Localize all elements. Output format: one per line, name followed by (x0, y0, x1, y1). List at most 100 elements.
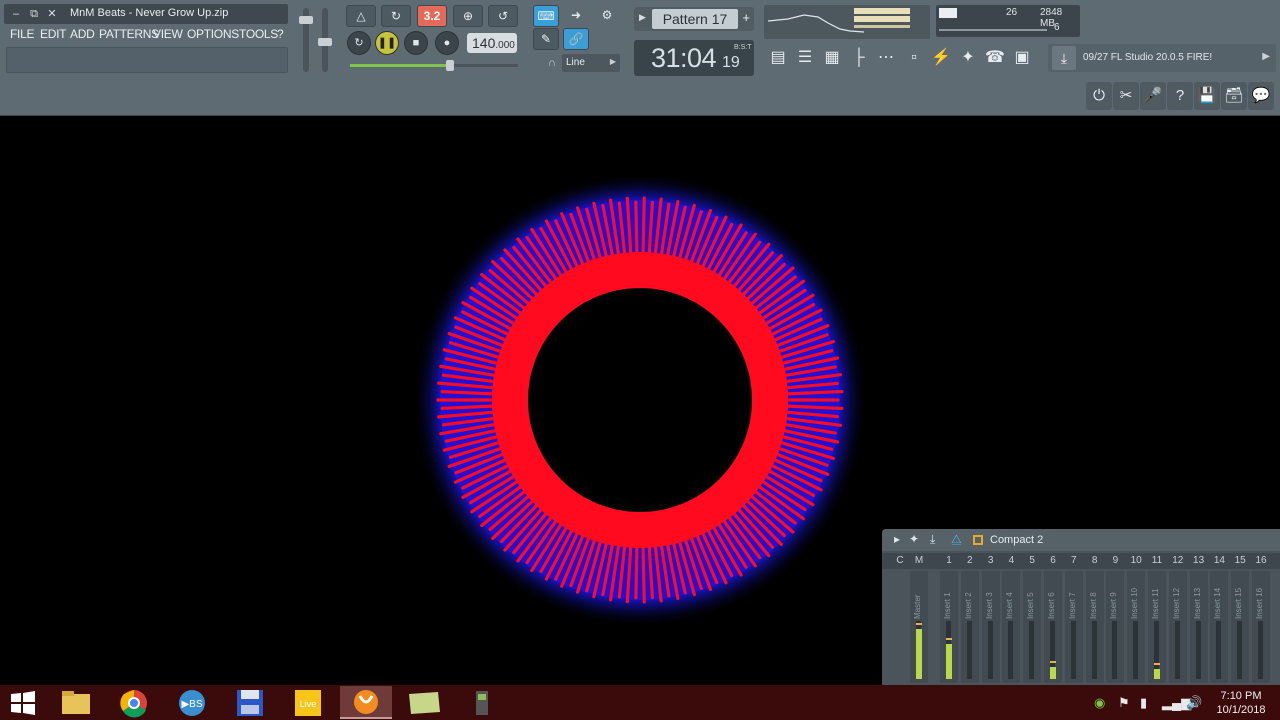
touch-controller-icon[interactable]: ✦ (956, 45, 980, 71)
mixer-fader[interactable] (1258, 621, 1263, 679)
mixer-strip[interactable]: Insert 4 (1002, 571, 1021, 683)
download-icon[interactable]: ⤓ (1052, 46, 1076, 70)
start-button[interactable] (8, 690, 38, 716)
plugin-icon[interactable]: ⚡ (929, 45, 953, 71)
fl-studio-icon[interactable] (340, 686, 392, 719)
menu-tools[interactable]: TOOLS (239, 27, 278, 41)
mixer-strip[interactable]: Insert 3 (981, 571, 1000, 683)
menu-patterns[interactable]: PATTERNS (99, 27, 159, 41)
system-clock[interactable]: 7:10 PM 10/1/2018 (1208, 689, 1274, 717)
tray-app-icon[interactable]: ◉ (1094, 695, 1105, 711)
pattern-name[interactable]: Pattern 17 (652, 9, 738, 29)
output-oscilloscope[interactable] (764, 5, 930, 39)
mixer-strip[interactable]: Insert 12 (1168, 571, 1187, 683)
mixer-fader[interactable] (1216, 621, 1222, 679)
fullscreen-icon[interactable]: ▣ (1010, 45, 1034, 71)
arm-disk-recording-icon[interactable]: ⤓ (930, 532, 935, 547)
bs-player-icon[interactable]: ▶BS (166, 686, 218, 719)
menu-edit[interactable]: EDIT (40, 27, 66, 41)
typing-keyboard-icon[interactable]: ⌨ (533, 5, 559, 27)
blend-notes-icon[interactable]: ⊕ (453, 5, 483, 27)
pattern-play-icon[interactable]: ▶ (639, 12, 646, 23)
pencil-icon[interactable]: ✎ (533, 28, 559, 50)
mixer-strip[interactable]: Master (910, 571, 928, 683)
mixer-fader[interactable] (1029, 621, 1035, 679)
project-notes-icon[interactable]: ▫ (902, 45, 926, 71)
master-pitch-slider[interactable] (318, 8, 332, 72)
mixer-fader[interactable] (1133, 621, 1139, 679)
countdown-button[interactable]: 3.2 (417, 5, 447, 27)
menu-add[interactable]: ADD (70, 27, 95, 41)
mixer-strip[interactable]: Insert 5 (1023, 571, 1042, 683)
mixer-fader[interactable] (966, 621, 972, 679)
record-icon[interactable]: ● (435, 31, 459, 55)
file-explorer-icon[interactable] (50, 686, 102, 719)
playlist-icon[interactable]: ▤ (766, 45, 790, 71)
mixer-fader[interactable] (1195, 621, 1201, 679)
mixer-fader[interactable] (1112, 621, 1118, 679)
song-position-display[interactable]: 31:04 19 B:S:T (634, 40, 754, 76)
mixer-fader[interactable] (1070, 621, 1076, 679)
mixer-strip[interactable]: Insert 15 (1231, 571, 1250, 683)
menu-file[interactable]: FILE (10, 27, 34, 41)
main-pitch-knob[interactable] (446, 60, 454, 71)
mixer-strip[interactable]: Insert 13 (1189, 571, 1208, 683)
wrench-icon[interactable]: ✦ (909, 532, 919, 546)
master-volume-knob[interactable] (299, 16, 313, 24)
mixer-fader[interactable] (1174, 621, 1180, 679)
mixer-strip[interactable]: Insert 11 (1148, 571, 1166, 683)
pause-icon[interactable]: ❚❚ (375, 31, 399, 55)
loop-record-icon[interactable]: ↺ (488, 5, 518, 27)
channel-rack-icon[interactable]: ☰ (793, 45, 817, 71)
add-pattern-button[interactable]: + (742, 10, 750, 25)
menu-options[interactable]: OPTIONS (187, 27, 239, 41)
minimize-icon[interactable]: – (8, 6, 24, 22)
mixer-strip[interactable]: Insert 8 (1085, 571, 1104, 683)
mixer-strip[interactable]: Insert 16 (1252, 571, 1270, 683)
save-disk-icon[interactable] (224, 686, 276, 719)
help-icon[interactable]: ? (1167, 82, 1193, 110)
volume-icon[interactable]: 🔊 (1186, 695, 1202, 711)
pattern-song-toggle-icon[interactable]: ↻ (347, 31, 371, 55)
mixer-strip[interactable]: Insert 10 (1127, 571, 1146, 683)
master-volume-slider[interactable] (299, 8, 313, 72)
view-toggle-icon[interactable] (973, 535, 983, 545)
piano-roll-icon[interactable]: ▦ (820, 45, 844, 71)
close-icon[interactable]: ✕ (44, 6, 60, 22)
mixer-strip[interactable]: Insert 1 (940, 571, 958, 683)
menu-view[interactable]: VIEW (153, 27, 183, 41)
mixer-strip[interactable]: Insert 7 (1064, 571, 1083, 683)
snap-icon[interactable]: ⧋ (951, 532, 962, 547)
mixer-strip[interactable]: Insert 9 (1106, 571, 1125, 683)
mixer-fader[interactable] (1091, 621, 1097, 679)
mixer-fader[interactable] (1008, 621, 1014, 679)
chevron-right-icon[interactable]: ▶ (1262, 51, 1270, 62)
menu-help[interactable]: ? (277, 27, 284, 41)
save-as-icon[interactable]: 🗃 (1221, 82, 1247, 110)
tool-app-icon[interactable] (456, 686, 508, 719)
browser-icon[interactable]: ├ (847, 45, 871, 71)
mixer-strip[interactable]: Insert 14 (1210, 571, 1229, 683)
master-pitch-knob[interactable] (318, 38, 332, 46)
power-icon[interactable]: ▮ (1140, 695, 1147, 711)
action-center-flag-icon[interactable]: ⚑ (1118, 695, 1130, 711)
microphone-icon[interactable]: 🎤 (1140, 82, 1166, 110)
mixer-fader[interactable] (987, 621, 993, 679)
mixer-strip[interactable]: Insert 2 (960, 571, 979, 683)
link-icon[interactable]: 🔗 (563, 28, 589, 50)
metronome-icon[interactable]: △ (346, 5, 376, 27)
edison-icon[interactable]: ☎ (983, 45, 1007, 71)
tempo-display[interactable]: 140.000 (467, 33, 517, 53)
restore-icon[interactable]: ⧉ (26, 6, 42, 22)
mixer-icon[interactable]: ⋯ (874, 45, 898, 71)
cut-icon[interactable]: ✂ (1113, 82, 1139, 110)
online-news-panel[interactable]: ⤓ 09/27 FL Studio 20.0.5 FIRE! ▶ (1048, 44, 1276, 72)
chrome-icon[interactable] (108, 686, 160, 719)
cpu-memory-monitor[interactable]: 26 2848 MB 6 (936, 5, 1080, 37)
chat-icon[interactable]: 💬 (1248, 82, 1274, 110)
pattern-selector[interactable]: ▶ Pattern 17 + (634, 7, 754, 31)
main-pitch-slider[interactable] (350, 60, 518, 71)
notes-icon[interactable] (398, 686, 450, 719)
multilink-knob-icon[interactable]: ⚙ (594, 5, 620, 27)
mixer-preset-name[interactable]: Compact 2 (990, 534, 1043, 546)
